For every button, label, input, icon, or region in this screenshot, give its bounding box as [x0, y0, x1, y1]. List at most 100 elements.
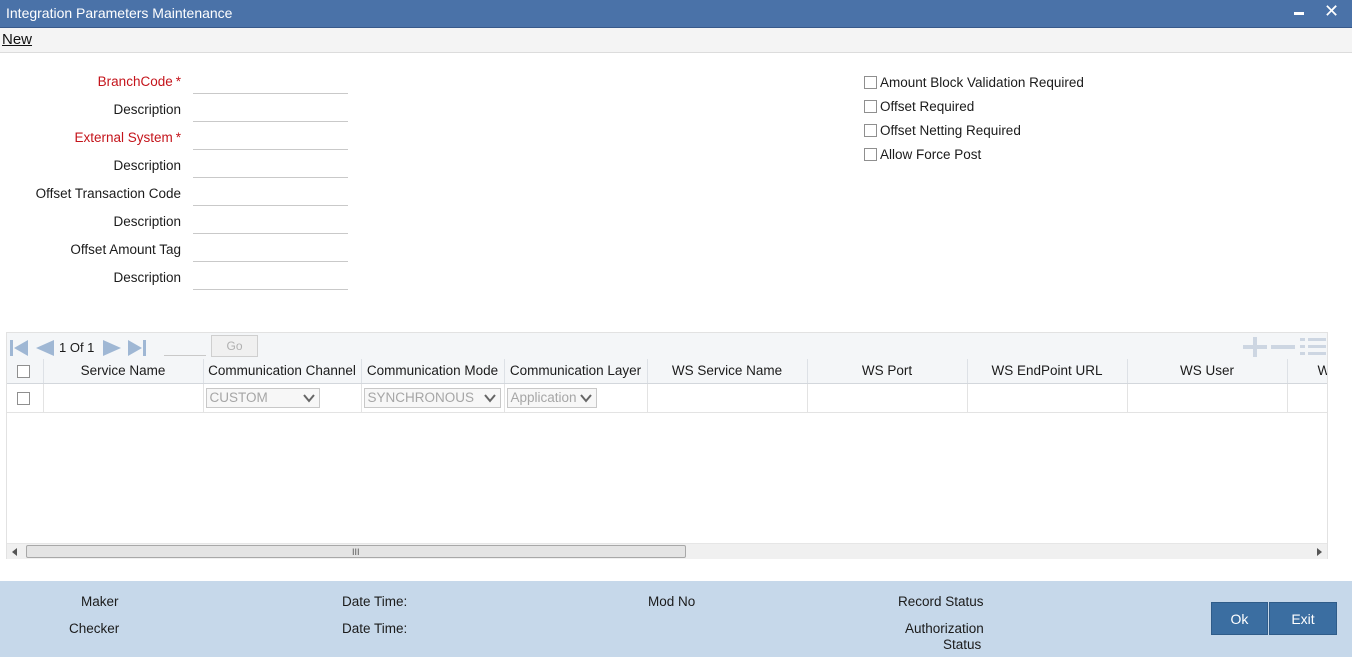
channel-cell: CUSTOM — [203, 383, 362, 413]
offset-transaction-description-label: Description — [113, 214, 181, 229]
required-marker: * — [175, 74, 181, 89]
ok-button[interactable]: Ok — [1211, 602, 1268, 635]
amount-block-validation-label: Amount Block Validation Required — [880, 74, 1084, 90]
column-ws-port: WS Port — [807, 359, 968, 384]
truncated-cell[interactable] — [1287, 383, 1327, 413]
chevron-down-icon — [302, 393, 315, 403]
audit-footer: Maker Checker Date Time: Date Time: Mod … — [0, 581, 1352, 657]
mod-no-label: Mod No — [648, 594, 696, 609]
page-number-input[interactable] — [164, 336, 206, 356]
communication-channel-value: CUSTOM — [209, 390, 268, 405]
allow-force-post-option[interactable]: Allow Force Post — [864, 146, 981, 162]
ws-port-cell[interactable] — [807, 383, 968, 413]
offset-transaction-description-input[interactable] — [193, 214, 348, 234]
ws-service-name-cell[interactable] — [647, 383, 808, 413]
offset-amount-tag-label: Offset Amount Tag — [70, 242, 181, 257]
offset-amount-tag-input[interactable] — [193, 242, 348, 262]
row-select-checkbox[interactable] — [16, 392, 30, 406]
external-system-label-text: External System — [74, 130, 173, 145]
offset-required-option[interactable]: Offset Required — [864, 98, 974, 114]
select-all-cell[interactable] — [7, 359, 44, 384]
checker-date-time-label: Date Time: — [342, 621, 408, 636]
allow-force-post-label: Allow Force Post — [880, 146, 982, 162]
column-communication-channel: Communication Channel — [203, 359, 362, 384]
column-ws-service-name: WS Service Name — [647, 359, 808, 384]
communication-layer-value: Application — [510, 390, 577, 405]
checker-label: Checker — [69, 621, 120, 636]
offset-netting-label: Offset Netting Required — [880, 122, 1021, 138]
column-ws-endpoint-url: WS EndPoint URL — [967, 359, 1128, 384]
mode-cell: SYNCHRONOUS — [361, 383, 505, 413]
amount-block-validation-option[interactable]: Amount Block Validation Required — [864, 74, 1084, 90]
maker-date-time-label: Date Time: — [342, 594, 408, 609]
first-page-icon[interactable] — [9, 339, 29, 357]
scroll-left-icon[interactable] — [10, 547, 18, 557]
column-communication-layer: Communication Layer — [504, 359, 648, 384]
grid-table: Service Name Communication Channel Commu… — [7, 359, 1327, 539]
chevron-down-icon — [483, 393, 496, 403]
offset-transaction-code-label: Offset Transaction Code — [35, 186, 181, 201]
row-select-cell[interactable] — [7, 383, 44, 413]
next-page-icon[interactable] — [102, 339, 124, 357]
close-icon[interactable]: ✕ — [1324, 1, 1339, 21]
grid-pager: 1 Of 1 Go — [7, 333, 1327, 359]
allow-force-post-checkbox[interactable] — [864, 147, 877, 161]
grid-header-row: Service Name Communication Channel Commu… — [7, 359, 1327, 384]
communication-mode-select[interactable]: SYNCHRONOUS — [363, 387, 501, 408]
external-description-label: Description — [113, 158, 181, 173]
exit-button[interactable]: Exit — [1269, 602, 1337, 635]
amount-block-validation-checkbox[interactable] — [864, 75, 877, 89]
layer-cell: Application — [504, 383, 648, 413]
maker-label: Maker — [81, 594, 119, 609]
page-indicator: 1 Of 1 — [59, 340, 95, 355]
horizontal-scrollbar[interactable]: III — [7, 543, 1327, 559]
branch-code-label: BranchCode * — [0, 74, 181, 89]
add-row-icon[interactable] — [1243, 337, 1267, 357]
title-bar: Integration Parameters Maintenance ✕ — [0, 0, 1352, 28]
view-row-icon[interactable] — [1300, 338, 1326, 355]
previous-page-icon[interactable] — [33, 339, 55, 357]
branch-code-label-text: BranchCode — [97, 74, 173, 89]
branch-description-label: Description — [113, 102, 181, 117]
ws-endpoint-url-cell[interactable] — [967, 383, 1128, 413]
scrollbar-thumb[interactable]: III — [26, 545, 686, 558]
offset-required-checkbox[interactable] — [864, 99, 877, 113]
grid-tools — [1243, 337, 1326, 357]
services-grid: 1 Of 1 Go Service Name Communication Cha… — [6, 332, 1328, 559]
communication-channel-select[interactable]: CUSTOM — [205, 387, 320, 408]
authorization-status-label-line2: Status — [943, 637, 982, 652]
chevron-down-icon — [579, 393, 592, 403]
scrollbar-grip: III — [352, 547, 360, 557]
new-link[interactable]: New — [2, 31, 32, 48]
delete-row-icon[interactable] — [1271, 345, 1295, 349]
column-communication-mode: Communication Mode — [361, 359, 505, 384]
service-name-cell[interactable] — [43, 383, 204, 413]
column-ws-user: WS User — [1127, 359, 1288, 384]
offset-netting-option[interactable]: Offset Netting Required — [864, 122, 1021, 138]
external-description-input[interactable] — [193, 158, 348, 178]
ws-user-cell[interactable] — [1127, 383, 1288, 413]
required-marker: * — [175, 130, 181, 145]
offset-transaction-code-input[interactable] — [193, 186, 348, 206]
menu-bar: New — [0, 28, 1352, 53]
branch-code-input[interactable] — [193, 74, 348, 94]
column-service-name: Service Name — [43, 359, 204, 384]
external-system-label: External System * — [0, 130, 181, 145]
scroll-right-icon[interactable] — [1316, 547, 1324, 557]
authorization-status-label: Authorization — [905, 621, 984, 636]
select-all-checkbox[interactable] — [16, 365, 30, 379]
minimize-icon[interactable] — [1294, 12, 1304, 15]
communication-mode-value: SYNCHRONOUS — [367, 390, 475, 405]
record-status-label: Record Status — [898, 594, 984, 609]
external-system-input[interactable] — [193, 130, 348, 150]
table-row: CUSTOM SYNCHRONOUS Application — [7, 383, 1327, 413]
last-page-icon[interactable] — [127, 339, 147, 357]
offset-netting-checkbox[interactable] — [864, 123, 877, 137]
offset-required-label: Offset Required — [880, 98, 975, 114]
go-button[interactable]: Go — [211, 335, 258, 357]
column-truncated: W — [1287, 359, 1327, 384]
offset-amount-description-label: Description — [113, 270, 181, 285]
offset-amount-description-input[interactable] — [193, 270, 348, 290]
communication-layer-select[interactable]: Application — [506, 387, 597, 408]
branch-description-input[interactable] — [193, 102, 348, 122]
